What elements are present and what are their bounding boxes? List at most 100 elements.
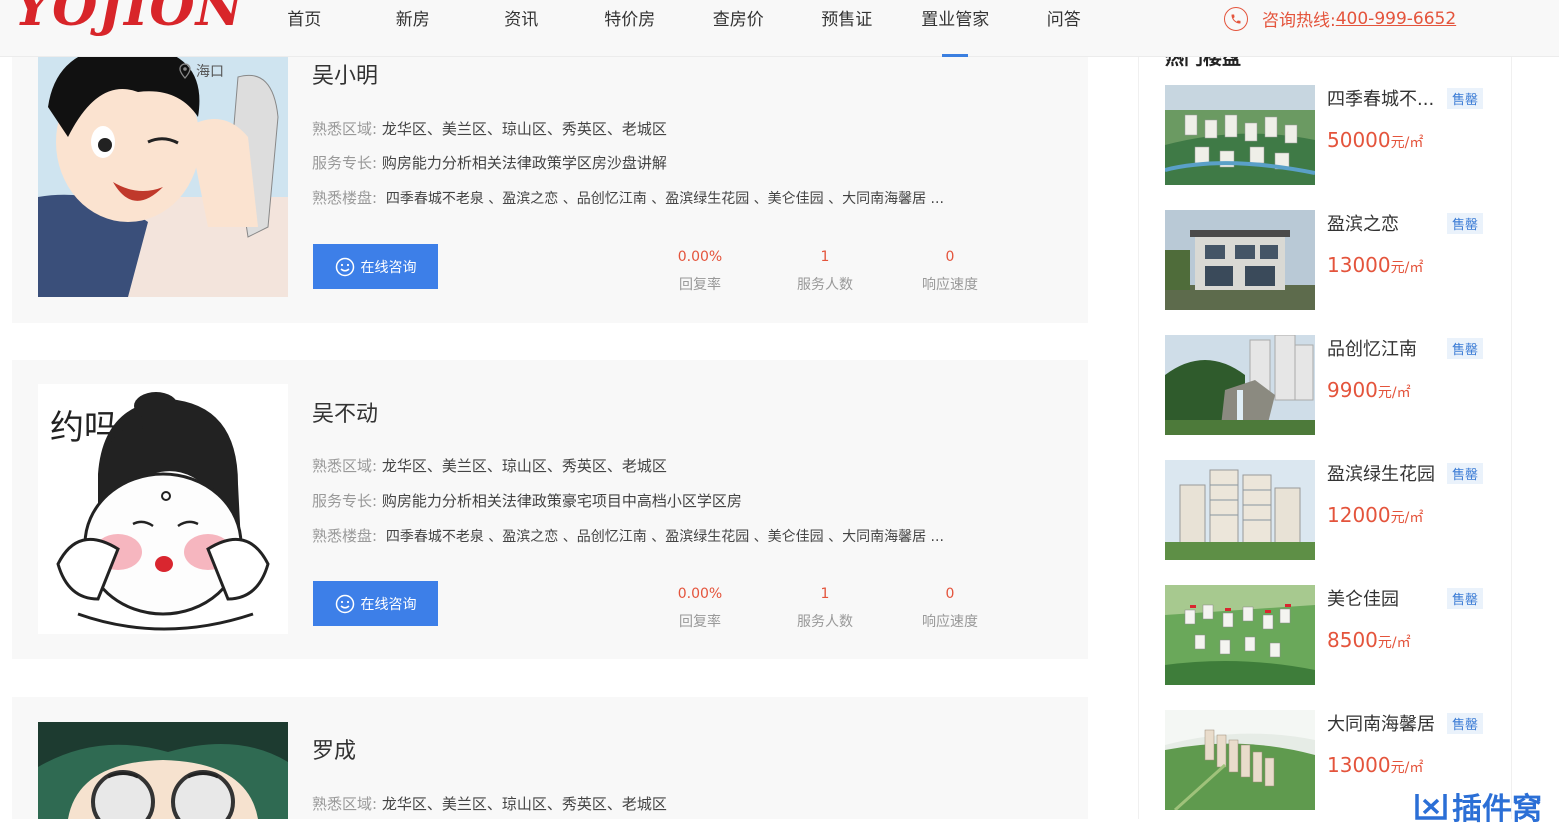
online-consult-button[interactable]: 在线咨询	[313, 244, 438, 289]
hot-property-thumbnail[interactable]	[1165, 460, 1315, 560]
areas-value: 龙华区、美兰区、琼山区、秀英区、老城区	[381, 795, 667, 813]
hot-property-item[interactable]: 盈滨绿生花园 售罄 12000元/㎡	[1165, 460, 1495, 560]
nav-item-new-homes[interactable]: 新房	[359, 0, 468, 57]
hot-properties-sidebar: 热门楼盘 四季春城不... 售罄 50000元/㎡ 盈滨之恋 售罄 13000元…	[1138, 47, 1512, 819]
stat-response-speed: 0 响应速度	[900, 586, 1000, 631]
hot-property-thumbnail[interactable]	[1165, 335, 1315, 435]
agent-properties: 熟悉楼盘: 四季春城不老泉 、盈滨之恋 、品创忆江南 、盈滨绿生花园 、美仑佳园…	[312, 525, 944, 546]
specialty-label: 服务专长:	[312, 492, 378, 510]
hot-property-price: 13000元/㎡	[1327, 753, 1423, 777]
hot-property-price: 9900元/㎡	[1327, 378, 1411, 402]
price-value: 13000	[1327, 753, 1391, 777]
plugin-watermark: 插件窝	[1414, 784, 1542, 828]
online-consult-label: 在线咨询	[360, 596, 417, 613]
agent-avatar[interactable]: 海口	[38, 47, 288, 297]
hot-property-item[interactable]: 盈滨之恋 售罄 13000元/㎡	[1165, 210, 1495, 310]
hotline-label: 咨询热线:	[1262, 11, 1336, 31]
sold-out-badge: 售罄	[1447, 588, 1484, 609]
price-unit: 元/㎡	[1390, 260, 1424, 276]
stat-label: 服务人数	[797, 277, 853, 293]
hot-property-thumbnail[interactable]	[1165, 85, 1315, 185]
hot-property-thumbnail[interactable]	[1165, 710, 1315, 810]
hot-property-name[interactable]: 盈滨之恋	[1327, 210, 1399, 236]
agent-card: 罗成 熟悉区域: 龙华区、美兰区、琼山区、秀英区、老城区	[12, 697, 1088, 819]
agent-card: 约吗~ 吴不动 熟悉区域: 龙华区、美兰区、琼山区、秀英区、老城区 服务专长: …	[12, 360, 1088, 659]
nav-item-property-advisor[interactable]: 置业管家	[901, 0, 1010, 57]
hot-property-item[interactable]: 美仑佳园 售罄 8500元/㎡	[1165, 585, 1495, 685]
properties-value: 四季春城不老泉 、盈滨之恋 、品创忆江南 、盈滨绿生花园 、美仑佳园 、大同南海…	[385, 529, 944, 545]
top-header: YOJION 首页 新房 资讯 特价房 查房价 预售证 置业管家 问答 咨询热线…	[0, 0, 1559, 57]
price-value: 13000	[1327, 253, 1391, 277]
agent-properties: 熟悉楼盘: 四季春城不老泉 、盈滨之恋 、品创忆江南 、盈滨绿生花园 、美仑佳园…	[312, 187, 944, 208]
stat-served-count: 1 服务人数	[775, 249, 875, 294]
agent-specialty: 服务专长: 购房能力分析相关法律政策学区房沙盘讲解	[312, 152, 667, 173]
site-logo[interactable]: YOJION	[14, 0, 244, 38]
hot-property-item[interactable]: 品创忆江南 售罄 9900元/㎡	[1165, 335, 1495, 435]
main-nav: 首页 新房 资讯 特价房 查房价 预售证 置业管家 问答	[250, 0, 1118, 57]
sold-out-badge: 售罄	[1447, 338, 1484, 359]
hot-property-name[interactable]: 四季春城不...	[1327, 85, 1434, 111]
stat-reply-rate: 0.00% 回复率	[650, 586, 750, 631]
agent-location-text: 海口	[196, 64, 224, 80]
agent-location: 海口	[178, 61, 224, 81]
hot-property-thumbnail[interactable]	[1165, 210, 1315, 310]
online-consult-label: 在线咨询	[360, 259, 417, 276]
specialty-value: 购房能力分析相关法律政策学区房沙盘讲解	[381, 154, 667, 172]
sold-out-badge: 售罄	[1447, 88, 1484, 109]
stat-value: 1	[820, 586, 830, 602]
properties-value: 四季春城不老泉 、盈滨之恋 、品创忆江南 、盈滨绿生花园 、美仑佳园 、大同南海…	[385, 191, 944, 207]
hot-property-name[interactable]: 大同南海馨居	[1327, 710, 1435, 736]
stat-value: 0	[945, 586, 955, 602]
areas-label: 熟悉区域:	[312, 795, 378, 813]
price-unit: 元/㎡	[1390, 760, 1424, 776]
agent-areas: 熟悉区域: 龙华区、美兰区、琼山区、秀英区、老城区	[312, 793, 667, 814]
online-consult-button[interactable]: 在线咨询	[313, 581, 438, 626]
hot-property-price: 13000元/㎡	[1327, 253, 1423, 277]
hot-property-price: 8500元/㎡	[1327, 628, 1411, 652]
stat-label: 回复率	[679, 277, 721, 293]
watermark-text: 插件窝	[1452, 792, 1542, 827]
stat-label: 响应速度	[922, 277, 978, 293]
hot-property-item[interactable]: 四季春城不... 售罄 50000元/㎡	[1165, 85, 1495, 185]
stat-label: 响应速度	[922, 614, 978, 630]
areas-value: 龙华区、美兰区、琼山区、秀英区、老城区	[381, 457, 667, 475]
areas-value: 龙华区、美兰区、琼山区、秀英区、老城区	[381, 120, 667, 138]
avatar-caption: 约吗~	[50, 408, 147, 448]
specialty-label: 服务专长:	[312, 154, 378, 172]
hot-property-name[interactable]: 品创忆江南	[1327, 335, 1417, 361]
price-unit: 元/㎡	[1377, 385, 1411, 401]
properties-label: 熟悉楼盘:	[312, 527, 378, 545]
price-value: 9900	[1327, 378, 1378, 402]
hot-property-price: 12000元/㎡	[1327, 503, 1423, 527]
stat-value: 0.00%	[677, 586, 723, 602]
nav-item-qa[interactable]: 问答	[1010, 0, 1119, 57]
stat-label: 回复率	[679, 614, 721, 630]
sold-out-badge: 售罄	[1447, 713, 1484, 734]
nav-item-presale-permit[interactable]: 预售证	[793, 0, 902, 57]
stat-value: 1	[820, 249, 830, 265]
sold-out-badge: 售罄	[1447, 463, 1484, 484]
plugin-logo-icon	[1415, 794, 1447, 820]
nav-item-home[interactable]: 首页	[250, 0, 359, 57]
specialty-value: 购房能力分析相关法律政策豪宅项目中高档小区学区房	[381, 492, 742, 510]
smile-icon	[335, 257, 354, 276]
agent-name[interactable]: 吴小明	[312, 58, 378, 90]
price-value: 50000	[1327, 128, 1391, 152]
agent-avatar[interactable]	[38, 722, 288, 819]
agent-areas: 熟悉区域: 龙华区、美兰区、琼山区、秀英区、老城区	[312, 118, 667, 139]
agent-name[interactable]: 吴不动	[312, 396, 378, 428]
agent-avatar[interactable]: 约吗~	[38, 384, 288, 634]
hot-property-name[interactable]: 美仑佳园	[1327, 585, 1399, 611]
nav-item-discount-homes[interactable]: 特价房	[576, 0, 685, 57]
hotline: 咨询热线: 400-999-6652	[1224, 6, 1456, 31]
stat-served-count: 1 服务人数	[775, 586, 875, 631]
hot-property-name[interactable]: 盈滨绿生花园	[1327, 460, 1435, 486]
hot-property-thumbnail[interactable]	[1165, 585, 1315, 685]
nav-item-price-check[interactable]: 查房价	[684, 0, 793, 57]
location-pin-icon	[179, 63, 191, 79]
price-unit: 元/㎡	[1390, 510, 1424, 526]
agent-areas: 熟悉区域: 龙华区、美兰区、琼山区、秀英区、老城区	[312, 455, 667, 476]
agent-name[interactable]: 罗成	[312, 733, 356, 765]
nav-item-news[interactable]: 资讯	[467, 0, 576, 57]
hotline-number[interactable]: 400-999-6652	[1336, 9, 1456, 29]
